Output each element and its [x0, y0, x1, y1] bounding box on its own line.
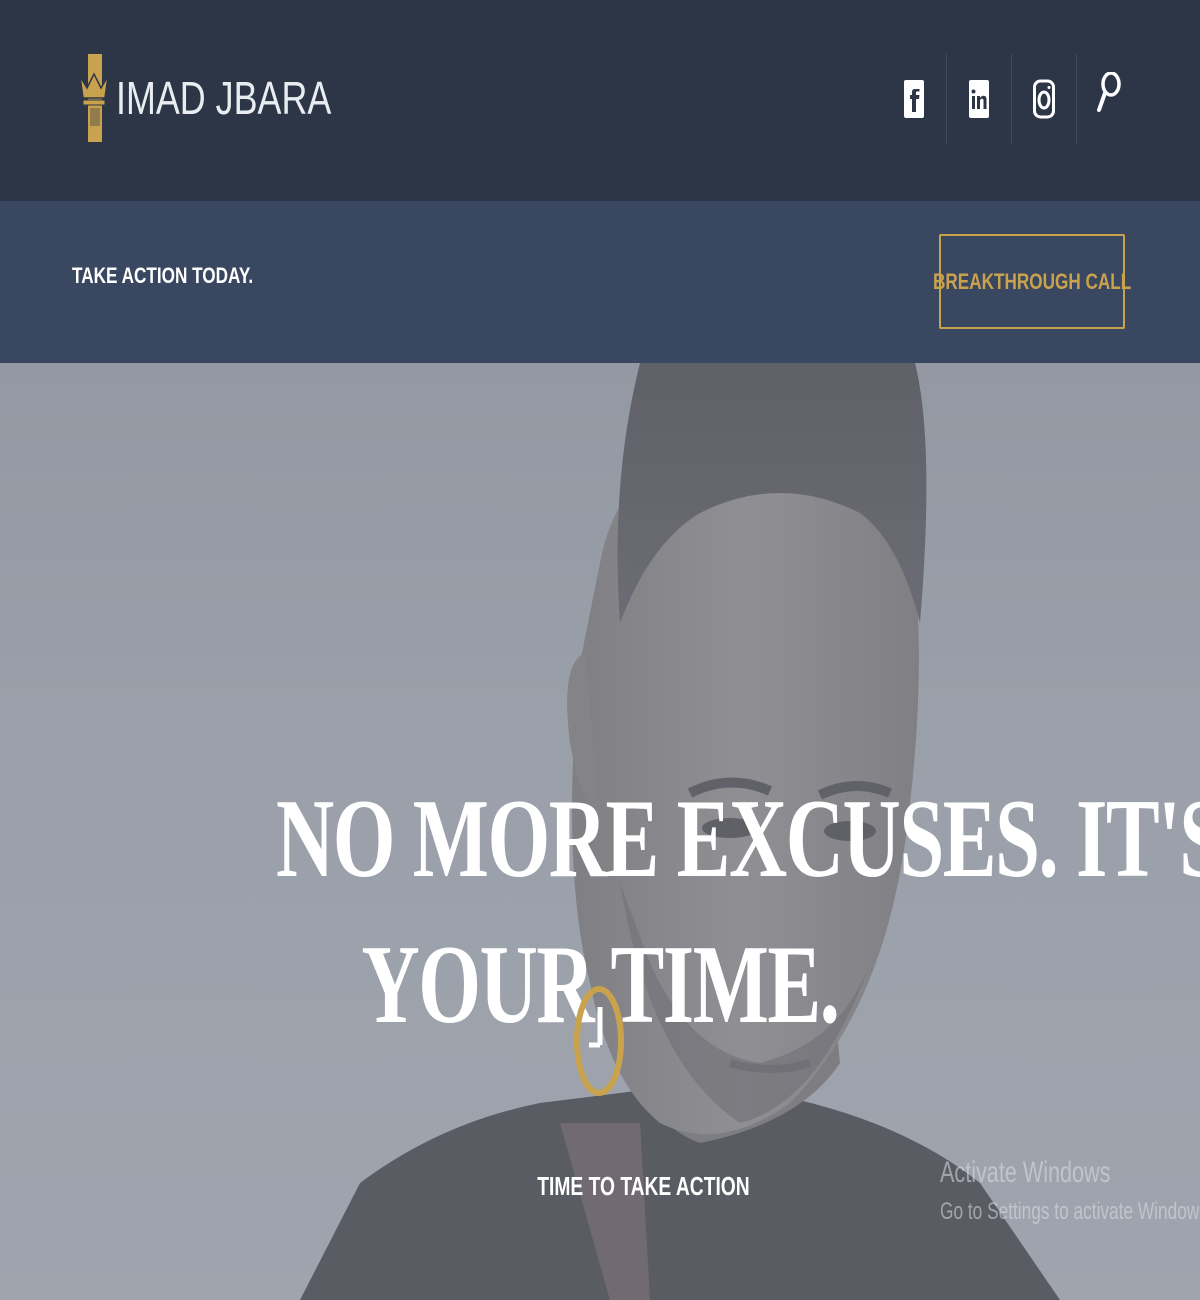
breakthrough-call-button[interactable]: BREAKTHROUGH CALL [933, 234, 1131, 329]
instagram-icon [1033, 79, 1055, 119]
crown-logo-icon [79, 54, 109, 142]
time-to-take-action-label: TIME TO TAKE ACTION [537, 1171, 750, 1201]
site-logo[interactable]: IMAD JBARA [78, 54, 392, 142]
activate-windows-watermark: Activate Windows Go to Settings to activ… [940, 1158, 1200, 1224]
linkedin-icon [969, 80, 989, 118]
clock-icon [574, 986, 624, 1096]
tagline: TAKE ACTION TODAY. [72, 263, 254, 288]
instagram-link[interactable] [1011, 54, 1076, 144]
social-links [882, 54, 1140, 144]
breakthrough-call-label: BREAKTHROUGH CALL [932, 268, 1132, 294]
logo-text: IMAD JBARA [116, 72, 332, 124]
linkedin-link[interactable] [946, 54, 1011, 144]
hero-headline-line-1: NO MORE EXCUSES. IT'S [276, 777, 1200, 902]
hero-section: NO MORE EXCUSES. IT'S YOUR TIME. TIME TO… [0, 363, 1200, 1300]
search-button[interactable] [1076, 54, 1140, 144]
watermark-subtitle: Go to Settings to activate Windows. [940, 1198, 1200, 1225]
search-icon [1096, 72, 1121, 112]
facebook-icon [904, 80, 924, 118]
watermark-title: Activate Windows [940, 1156, 1111, 1189]
time-to-take-action-link[interactable]: TIME TO TAKE ACTION [500, 1171, 749, 1202]
top-header: IMAD JBARA [0, 0, 1200, 201]
facebook-link[interactable] [882, 54, 946, 144]
